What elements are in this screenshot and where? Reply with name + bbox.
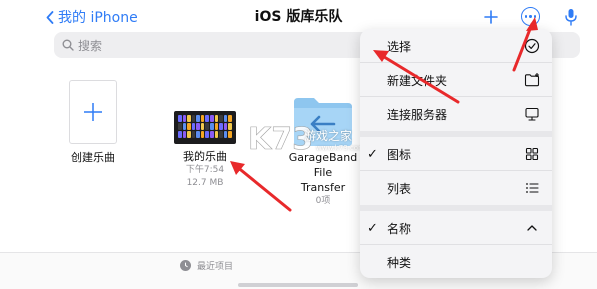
thumbnail-cell (228, 115, 232, 122)
thumbnail-cell (187, 115, 191, 122)
menu-item-list-view[interactable]: 列表 (360, 171, 552, 205)
file-count: 0项 (315, 196, 331, 206)
menu-item-new-folder[interactable]: 新建文件夹 (360, 63, 552, 97)
thumbnail-cell (182, 115, 187, 122)
thumbnail-cell (223, 115, 228, 122)
search-icon (62, 39, 74, 51)
thumbnail-cell (210, 123, 214, 130)
ellipsis-dot (524, 15, 528, 18)
file-label: 我的乐曲 (183, 150, 227, 163)
thumbnail-cell (214, 131, 219, 138)
checkmark: ✓ (367, 220, 378, 236)
more-button[interactable] (521, 7, 540, 26)
file-size: 12.7 MB (186, 178, 224, 188)
add-button[interactable] (484, 6, 500, 28)
display-icon (525, 107, 539, 121)
thumbnail-cell (196, 131, 200, 138)
thumbnail-cell (223, 131, 228, 138)
menu-item-sort-name[interactable]: ✓ 名称 (360, 211, 552, 245)
thumbnail-cell (210, 115, 214, 122)
thumbnail-cell (200, 115, 205, 122)
folder-plus-icon (524, 73, 540, 87)
thumbnail-cell (178, 123, 182, 130)
menu-item-icons-view[interactable]: ✓ 图标 (360, 137, 552, 171)
thumbnail-cell (200, 123, 205, 130)
thumbnail-cell (228, 123, 232, 130)
thumbnail-cell (205, 115, 210, 122)
clock-icon (180, 259, 191, 271)
thumbnail-cell (200, 131, 205, 138)
thumbnail-cell (223, 123, 228, 130)
watermark-text: 游戏之家 (304, 129, 353, 143)
page-title: iOS 版库乐队 (254, 9, 343, 25)
ellipsis-dot (529, 15, 532, 18)
thumbnail-cell (191, 123, 196, 130)
file-label-line2: Transfer (300, 181, 346, 194)
plus-icon (484, 10, 498, 24)
menu-item-label: 图标 (387, 147, 412, 162)
recent-tab[interactable]: 最近项目 (180, 257, 233, 273)
menu-item-sort-kind[interactable]: 种类 (360, 245, 552, 278)
thumbnail-cell (214, 115, 219, 122)
my-song-item[interactable]: 我的乐曲 下午7:54 12.7 MB (170, 111, 240, 190)
menu-item-connect-server[interactable]: 连接服务器 (360, 97, 552, 131)
thumbnail-cell (205, 123, 210, 130)
thumbnail-cell (196, 115, 200, 122)
search-placeholder: 搜索 (78, 38, 103, 53)
menu-item-label: 连接服务器 (387, 107, 448, 122)
plus-icon (84, 103, 102, 121)
list-icon (526, 183, 539, 193)
home-indicator (238, 283, 358, 287)
microphone-icon (565, 9, 577, 26)
create-song-tile[interactable] (69, 80, 117, 144)
thumbnail-cell (219, 131, 223, 138)
checkmark-circle-icon (524, 38, 540, 54)
thumbnail-cell (228, 131, 232, 138)
options-menu: 选择 新建文件夹 连接服务器 ✓ 图标 列表 ✓ 名称 种类 (360, 29, 552, 278)
song-thumbnail (174, 111, 236, 144)
menu-item-label: 种类 (387, 255, 412, 270)
thumbnail-cell (187, 123, 191, 130)
menu-item-label: 新建文件夹 (387, 73, 448, 88)
checkmark: ✓ (367, 146, 378, 162)
recent-label: 最近项目 (197, 261, 234, 272)
ellipsis-dot (533, 15, 537, 18)
thumbnail-cell (219, 123, 223, 130)
menu-item-select[interactable]: 选择 (360, 29, 552, 63)
menu-item-label: 名称 (387, 221, 412, 236)
watermark-url: www.k73.com (316, 144, 365, 152)
grid-icon (525, 147, 539, 161)
file-label: 创建乐曲 (71, 151, 115, 164)
thumbnail-cell (191, 115, 196, 122)
file-time: 下午7:54 (185, 165, 225, 175)
thumbnail-cell (210, 131, 214, 138)
thumbnail-cell (182, 131, 187, 138)
thumbnail-cell (196, 123, 200, 130)
thumbnail-cell (182, 123, 187, 130)
menu-item-label: 选择 (387, 39, 412, 54)
thumbnail-cell (205, 131, 210, 138)
create-song-item[interactable]: 创建乐曲 (58, 80, 128, 165)
thumbnail-cell (178, 131, 182, 138)
menu-item-label: 列表 (387, 181, 412, 196)
thumbnail-cell (187, 131, 191, 138)
thumbnail-cell (214, 123, 219, 130)
thumbnail-cell (178, 115, 182, 122)
thumbnail-cell (191, 131, 196, 138)
thumbnail-cell (219, 115, 223, 122)
microphone-button[interactable] (564, 6, 580, 28)
chevron-up-icon (527, 225, 537, 231)
